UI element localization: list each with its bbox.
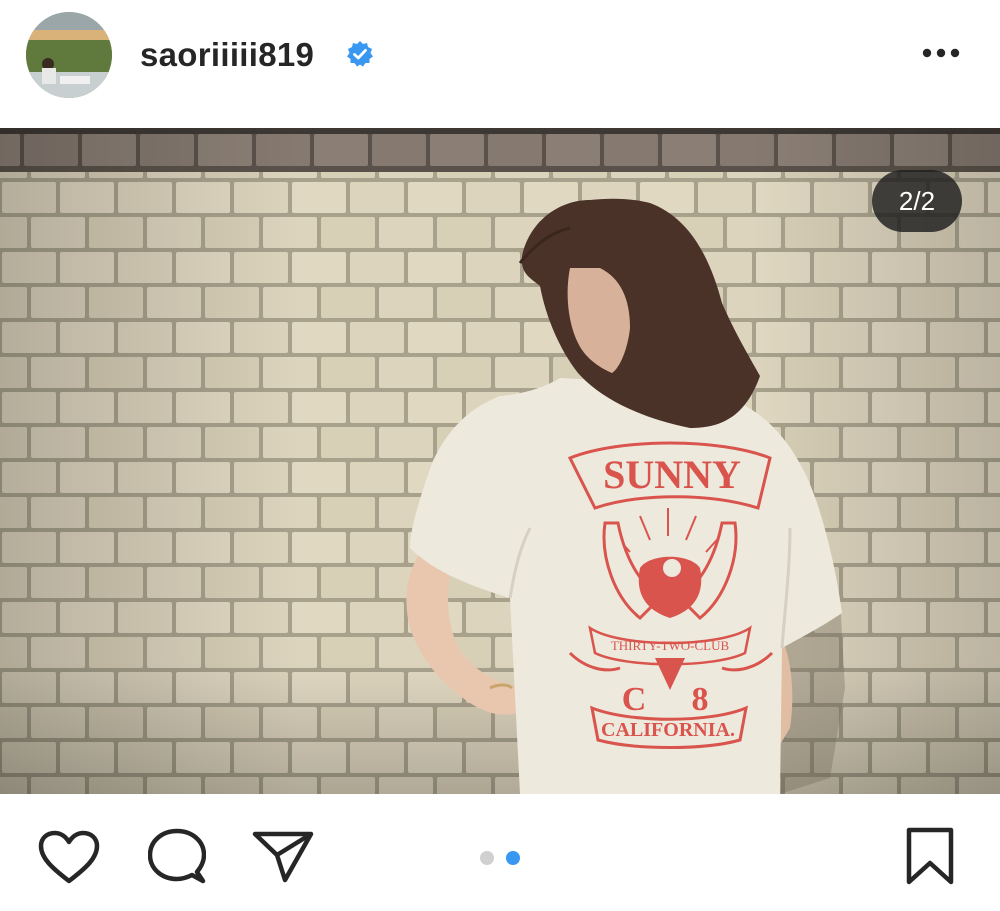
- carousel-counter: 2/2: [872, 170, 962, 232]
- print-right-letter: 8: [692, 681, 709, 718]
- post-photo[interactable]: SUNNY THIRTY-TWO-CLUB C 8 CALIFORNIA.: [0, 128, 1000, 794]
- print-top-text: SUNNY: [603, 452, 741, 497]
- photo-image: SUNNY THIRTY-TWO-CLUB C 8 CALIFORNIA.: [0, 128, 1000, 794]
- print-bottom-text: CALIFORNIA.: [601, 719, 735, 741]
- avatar[interactable]: [26, 12, 112, 98]
- verified-badge-icon: [347, 41, 373, 67]
- username[interactable]: saoriiiii819: [140, 36, 314, 74]
- carousel-dot-2-active: [506, 851, 520, 865]
- send-icon[interactable]: [252, 830, 314, 884]
- heart-icon[interactable]: [38, 830, 100, 886]
- avatar-image: [26, 12, 112, 98]
- carousel-dot-1: [480, 851, 494, 865]
- print-left-letter: C: [622, 681, 647, 718]
- comment-icon[interactable]: [148, 828, 206, 886]
- post-header: saoriiiii819: [0, 0, 1000, 128]
- bookmark-icon[interactable]: [904, 826, 956, 886]
- more-options-icon[interactable]: [918, 38, 964, 68]
- action-bar: [0, 794, 1000, 911]
- print-ribbon-text: THIRTY-TWO-CLUB: [611, 638, 730, 653]
